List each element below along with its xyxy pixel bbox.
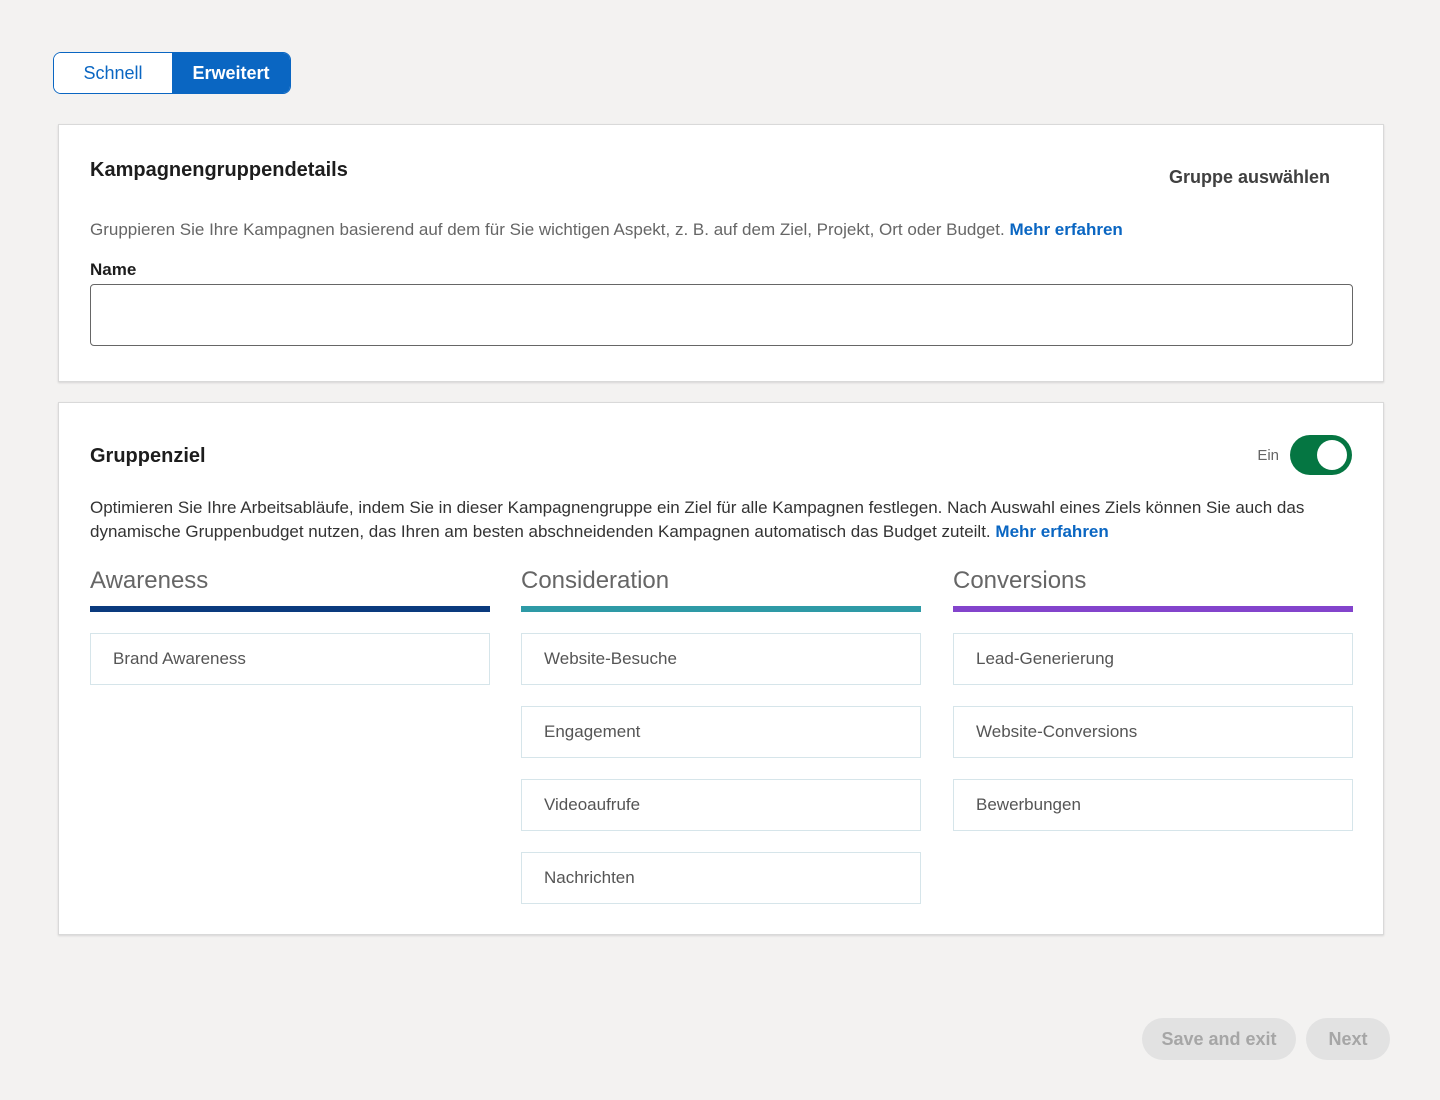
goal-options-list: Brand Awareness: [90, 633, 490, 685]
details-helper-body: Gruppieren Sie Ihre Kampagnen basierend …: [90, 220, 1005, 239]
details-title: Kampagnengruppendetails: [90, 159, 348, 181]
group-goal-card: Gruppenziel Ein Optimieren Sie Ihre Arbe…: [58, 402, 1384, 935]
column-heading: Awareness: [90, 567, 209, 594]
name-label: Name: [90, 260, 137, 279]
goal-column-awareness: Awareness Brand Awareness: [90, 563, 490, 706]
goal-option-messages[interactable]: Nachrichten: [521, 852, 921, 904]
mode-quick-button[interactable]: Schnell: [54, 53, 172, 93]
save-and-exit-button[interactable]: Save and exit: [1142, 1018, 1296, 1060]
switch-knob: [1317, 440, 1347, 470]
goal-learn-more-link[interactable]: Mehr erfahren: [995, 522, 1108, 541]
campaign-group-details-card: Kampagnengruppendetails Gruppe auswählen…: [58, 124, 1384, 382]
column-color-bar: [521, 606, 921, 612]
next-button[interactable]: Next: [1306, 1018, 1390, 1060]
goal-description-body: Optimieren Sie Ihre Arbeitsabläufe, inde…: [90, 498, 1305, 541]
column-heading: Conversions: [953, 567, 1087, 594]
goal-option-brand-awareness[interactable]: Brand Awareness: [90, 633, 490, 685]
select-group-button[interactable]: Gruppe auswählen: [1169, 167, 1330, 188]
goal-column-conversions: Conversions Lead-Generierung Website-Con…: [953, 563, 1353, 852]
goal-title: Gruppenziel: [90, 445, 206, 467]
column-heading: Consideration: [521, 567, 670, 594]
mode-toggle: Schnell Erweitert: [53, 52, 291, 94]
goal-option-website-conversions[interactable]: Website-Conversions: [953, 706, 1353, 758]
column-color-bar: [953, 606, 1353, 612]
goal-option-website-visits[interactable]: Website-Besuche: [521, 633, 921, 685]
goal-option-job-applicants[interactable]: Bewerbungen: [953, 779, 1353, 831]
details-helper-text: Gruppieren Sie Ihre Kampagnen basierend …: [90, 220, 1123, 240]
goal-option-lead-generation[interactable]: Lead-Generierung: [953, 633, 1353, 685]
goal-options-list: Lead-Generierung Website-Conversions Bew…: [953, 633, 1353, 831]
goal-option-engagement[interactable]: Engagement: [521, 706, 921, 758]
name-input[interactable]: [90, 284, 1353, 346]
goal-toggle-switch[interactable]: [1290, 435, 1352, 475]
goal-switch-label: Ein: [1257, 447, 1279, 464]
goal-option-video-views[interactable]: Videoaufrufe: [521, 779, 921, 831]
details-learn-more-link[interactable]: Mehr erfahren: [1009, 220, 1122, 239]
mode-advanced-button[interactable]: Erweitert: [172, 53, 290, 93]
column-color-bar: [90, 606, 490, 612]
goal-column-consideration: Consideration Website-Besuche Engagement…: [521, 563, 921, 925]
goal-description: Optimieren Sie Ihre Arbeitsabläufe, inde…: [90, 496, 1360, 544]
goal-options-list: Website-Besuche Engagement Videoaufrufe …: [521, 633, 921, 904]
